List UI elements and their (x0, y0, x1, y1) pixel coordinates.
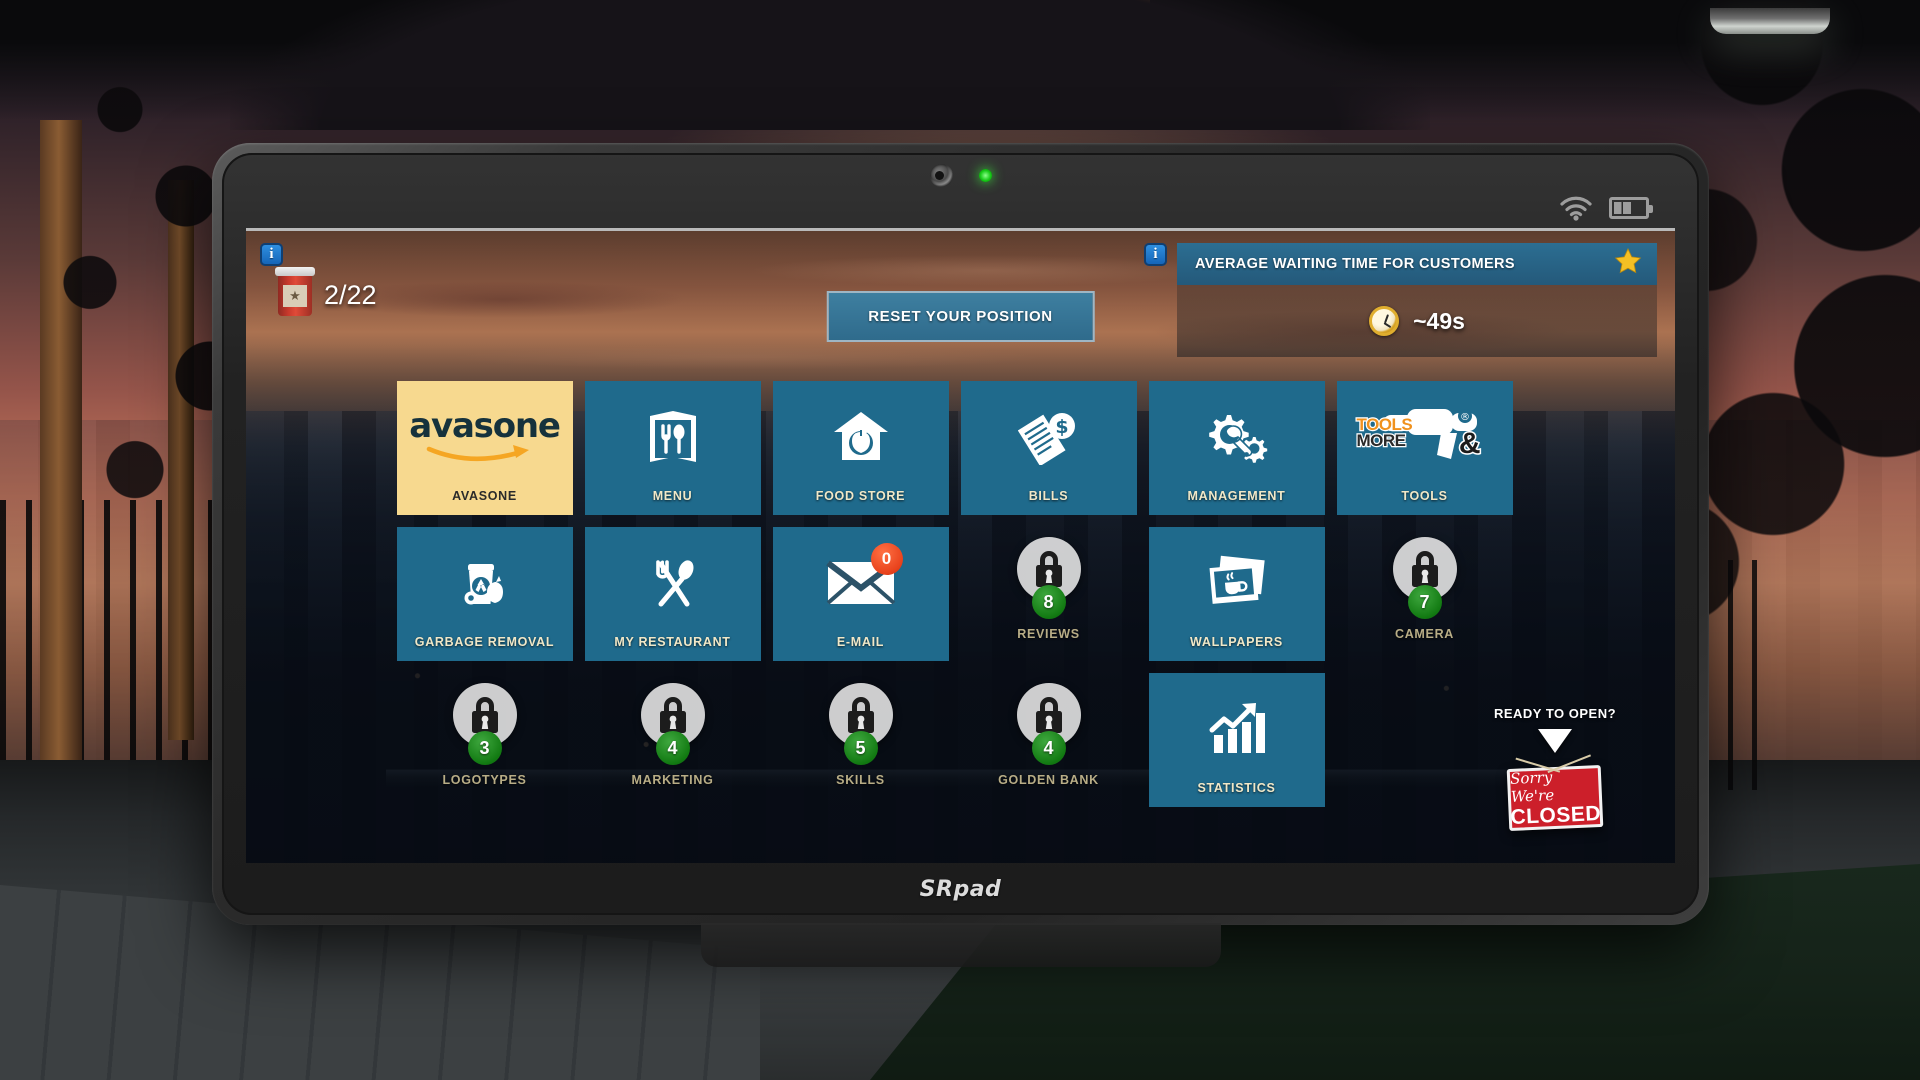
unlock-level-badge: 7 (1408, 585, 1442, 619)
tile-bills[interactable]: $ BILLS (961, 381, 1137, 515)
tile-statistics[interactable]: STATISTICS (1149, 673, 1325, 807)
tile-avasone[interactable]: avasone AVASONE (397, 381, 573, 515)
gears-wrench-icon (1204, 401, 1270, 473)
tile-label: MANAGEMENT (1188, 489, 1286, 503)
tablet-device: i ★ 2/22 RESET YOUR POSITION i AVERAGE W… (212, 143, 1709, 925)
svg-text:®: ® (1460, 412, 1470, 423)
tile-label: REVIEWS (1017, 627, 1080, 641)
reset-position-button[interactable]: RESET YOUR POSITION (826, 291, 1095, 342)
tablet-bezel: i ★ 2/22 RESET YOUR POSITION i AVERAGE W… (222, 153, 1699, 915)
tile-label: WALLPAPERS (1190, 635, 1283, 649)
hud-left-group: i ★ 2/22 (260, 243, 377, 316)
collectible-counter: ★ 2/22 (278, 274, 377, 316)
chart-up-icon (1206, 693, 1268, 765)
tile-label: GOLDEN BANK (998, 773, 1099, 787)
info-icon-left[interactable]: i (260, 243, 283, 266)
lock-overlay: 7 (1343, 537, 1507, 601)
tile-label: BILLS (1029, 489, 1069, 503)
tile-skills[interactable]: 5 SKILLS (773, 673, 949, 807)
tile-label: E-MAIL (837, 635, 884, 649)
bills-icon: $ (1018, 401, 1080, 473)
tile-food-store[interactable]: FOOD STORE (773, 381, 949, 515)
tablet-chin: SRpad (222, 863, 1699, 915)
tools-logo-ampersand: & (1459, 427, 1481, 461)
tile-reviews[interactable]: 8 REVIEWS (961, 527, 1137, 661)
lock-overlay: 8 (967, 537, 1131, 601)
tablet-stand (701, 923, 1221, 967)
tile-menu[interactable]: MENU (585, 381, 761, 515)
waiting-panel-header: AVERAGE WAITING TIME FOR CUSTOMERS (1177, 243, 1657, 285)
garbage-icon (454, 547, 516, 619)
tile-marketing[interactable]: 4 MARKETING (585, 673, 761, 807)
tile-garbage-removal[interactable]: GARBAGE REMOVAL (397, 527, 573, 661)
lock-overlay: 5 (779, 683, 943, 747)
tile-label: CAMERA (1395, 627, 1454, 641)
unlock-level-badge: 3 (468, 731, 502, 765)
closed-sign-line1: Sorry We're (1510, 766, 1599, 806)
tile-label: TOOLS (1401, 489, 1447, 503)
tile-label: STATISTICS (1197, 781, 1275, 795)
lock-overlay: 4 (591, 683, 755, 747)
average-waiting-time-panel: AVERAGE WAITING TIME FOR CUSTOMERS ~49s (1177, 243, 1657, 357)
tile-label: SKILLS (836, 773, 885, 787)
clock-icon (1369, 306, 1399, 336)
star-icon (1613, 247, 1643, 281)
tile-label: MY RESTAURANT (614, 635, 730, 649)
tools-more-logo: ® TOOLS MORE & (1355, 401, 1495, 473)
tile-camera[interactable]: 7 CAMERA (1337, 527, 1513, 661)
tile-e-mail[interactable]: 0 E-MAIL (773, 527, 949, 661)
waiting-time-value: ~49s (1413, 308, 1465, 335)
tools-logo-line2: MORE (1357, 433, 1413, 449)
menu-book-icon (646, 401, 700, 473)
device-brand-label: SRpad (920, 877, 1002, 902)
tile-label: AVASONE (452, 489, 517, 503)
info-icon-right[interactable]: i (1144, 243, 1167, 266)
ceiling-lamp (1710, 8, 1830, 34)
ready-to-open-label: READY TO OPEN? (1494, 706, 1616, 721)
tile-wallpapers[interactable]: WALLPAPERS (1149, 527, 1325, 661)
unlock-level-badge: 5 (844, 731, 878, 765)
tile-tools[interactable]: ® TOOLS MORE & TOOLS (1337, 381, 1513, 515)
photos-icon (1205, 547, 1269, 619)
tile-label: MARKETING (632, 773, 714, 787)
svg-text:$: $ (1055, 416, 1068, 438)
avasone-swoosh-icon (425, 443, 543, 465)
battery-icon (1609, 197, 1649, 219)
hud-right-group: i AVERAGE WAITING TIME FOR CUSTOMERS ~49… (1144, 243, 1657, 357)
open-status-group: READY TO OPEN? Sorry We're CLOSED (1465, 706, 1645, 829)
tablet-screen: i ★ 2/22 RESET YOUR POSITION i AVERAGE W… (246, 231, 1675, 863)
tile-logotypes[interactable]: 3 LOGOTYPES (397, 673, 573, 807)
lock-overlay: 3 (403, 683, 567, 747)
jar-icon: ★ (278, 274, 312, 316)
tile-my-restaurant[interactable]: MY RESTAURANT (585, 527, 761, 661)
unread-mail-badge: 0 (871, 543, 903, 575)
tile-label: LOGOTYPES (442, 773, 526, 787)
unlock-level-badge: 8 (1032, 585, 1066, 619)
tile-golden-bank[interactable]: 4 GOLDEN BANK (961, 673, 1137, 807)
webcam-area (930, 164, 992, 187)
avasone-logo: avasone (409, 401, 560, 473)
lock-overlay: 4 (967, 683, 1131, 747)
unlock-level-badge: 4 (1032, 731, 1066, 765)
tile-label: MENU (653, 489, 693, 503)
waiting-panel-body: ~49s (1177, 285, 1657, 357)
tile-management[interactable]: MANAGEMENT (1149, 381, 1325, 515)
closed-sign-line2: CLOSED (1510, 802, 1601, 830)
avasone-wordmark: avasone (409, 409, 560, 443)
status-bar (246, 187, 1675, 231)
waiting-panel-title: AVERAGE WAITING TIME FOR CUSTOMERS (1195, 256, 1515, 272)
camera-lens-icon (930, 164, 953, 187)
status-led-icon (979, 169, 992, 182)
app-tile-grid: avasone AVASONE MENU FOOD STORE (397, 381, 1525, 807)
cutlery-icon (644, 547, 702, 619)
unlock-level-badge: 4 (656, 731, 690, 765)
chevron-down-arrow-icon (1538, 729, 1572, 753)
wifi-icon (1559, 195, 1593, 221)
food-store-icon (830, 401, 892, 473)
open-closed-sign-toggle[interactable]: Sorry We're CLOSED (1507, 765, 1604, 831)
awning-canopy (230, 0, 1430, 130)
tile-label: FOOD STORE (816, 489, 905, 503)
tile-label: GARBAGE REMOVAL (415, 635, 554, 649)
collectible-counter-value: 2/22 (324, 280, 377, 311)
